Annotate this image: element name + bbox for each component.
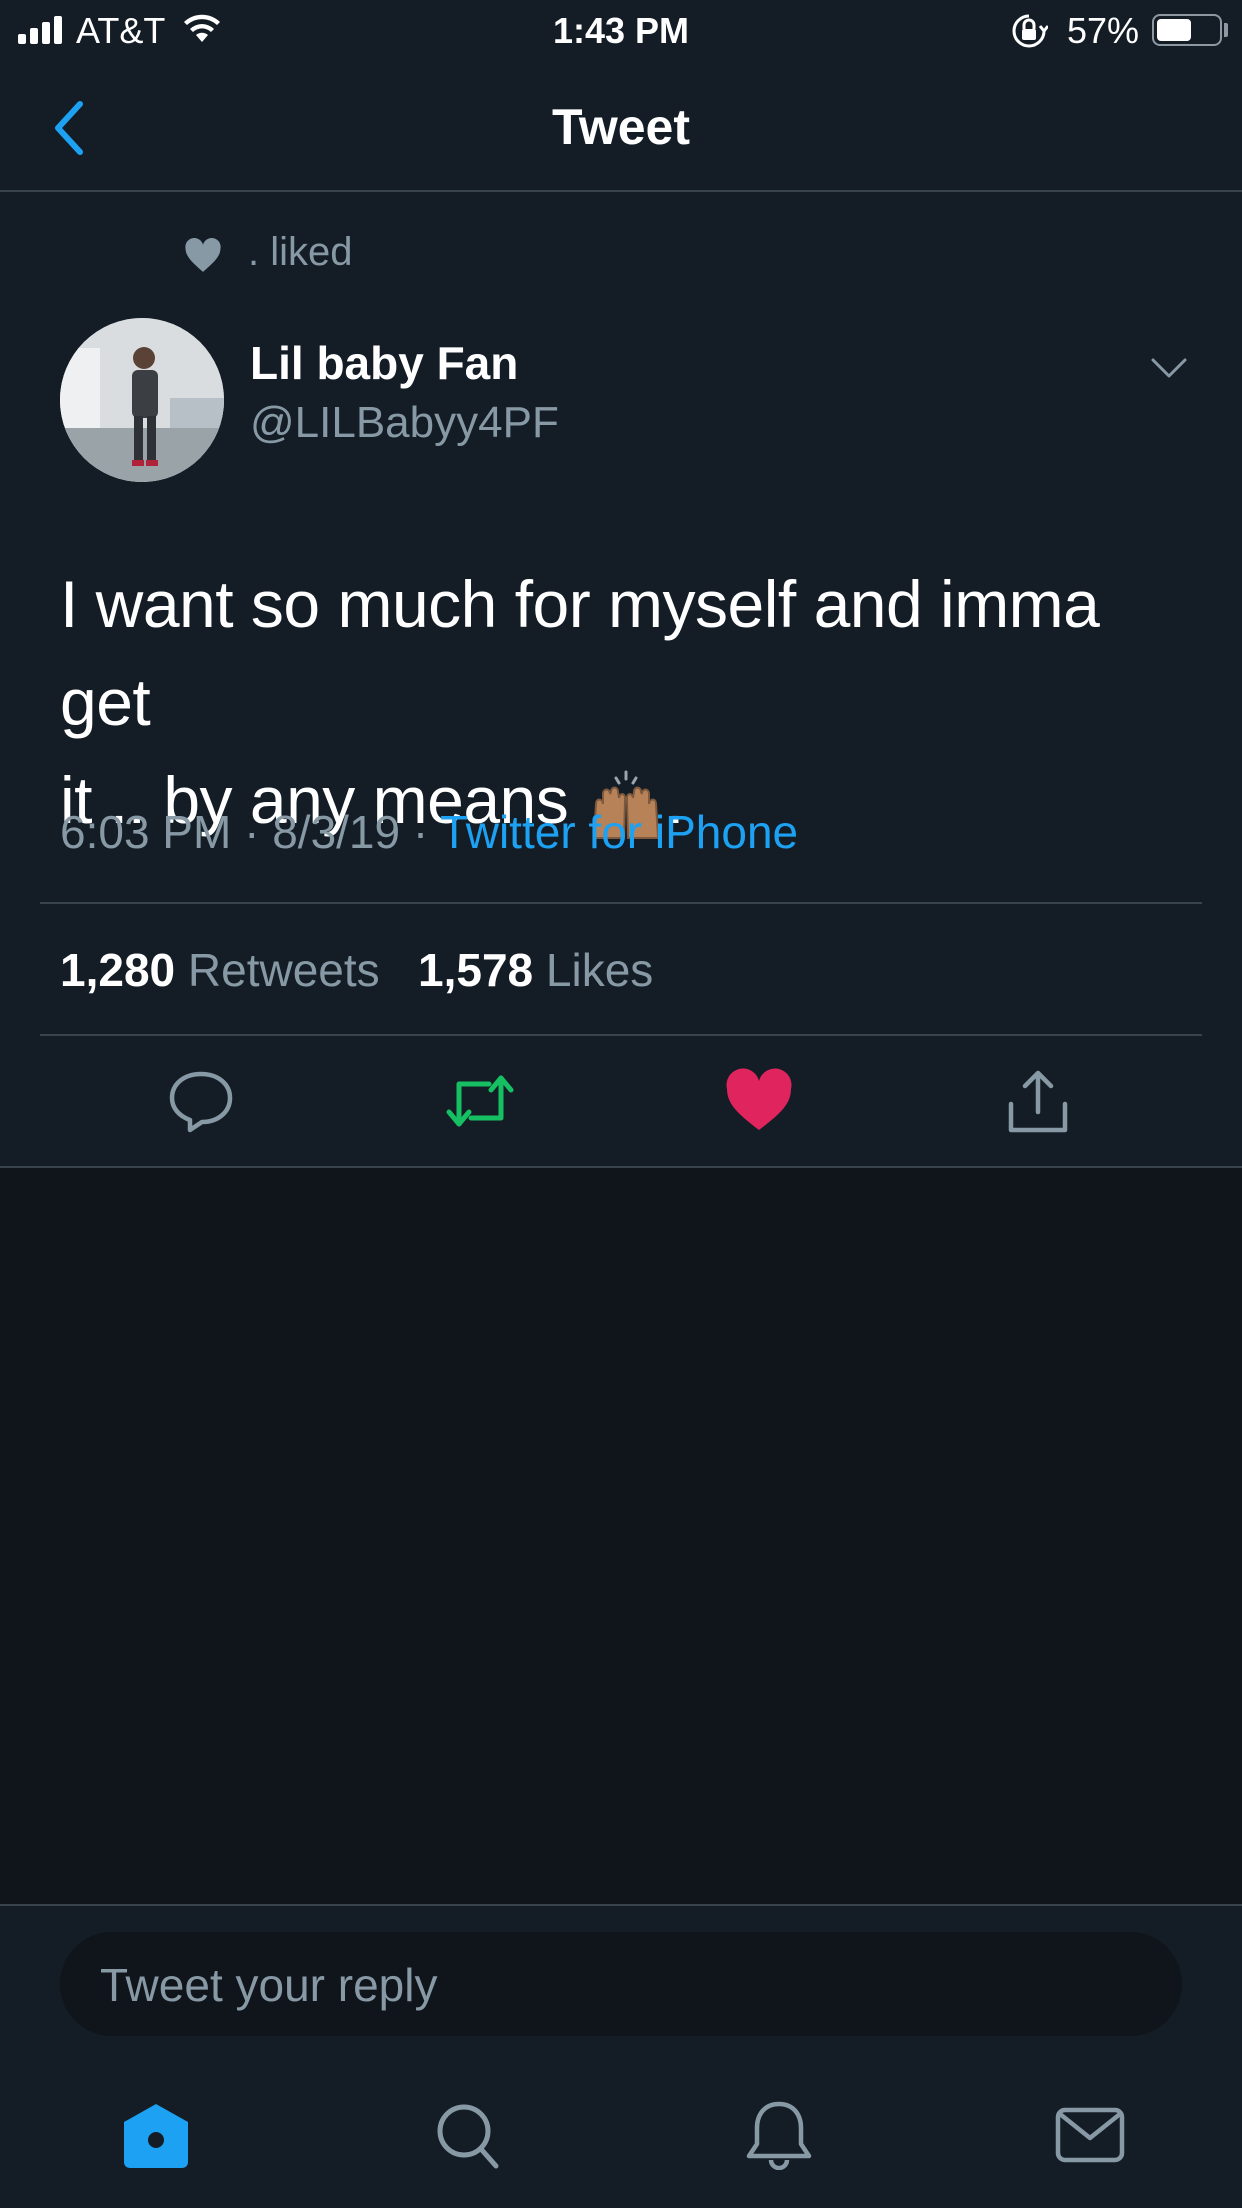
- orientation-lock-icon: [1012, 14, 1048, 48]
- reply-box[interactable]: [60, 1932, 1182, 2038]
- retweets-count: 1,280: [60, 944, 176, 996]
- heart-small-icon: [185, 238, 221, 272]
- battery-level: [1157, 19, 1191, 41]
- tweet-meta: 6:03 PM · 8/3/19 · Twitter for iPhone: [60, 805, 798, 859]
- status-time: 1:43 PM: [552, 10, 690, 51]
- replies-empty-area: [0, 1168, 1242, 1904]
- share-icon[interactable]: [1003, 1068, 1073, 1134]
- meta-separator: ·: [244, 806, 260, 858]
- home-icon[interactable]: [116, 2100, 196, 2170]
- avatar[interactable]: [60, 318, 224, 482]
- likes-count: 1,578: [418, 944, 534, 996]
- retweets-label: Retweets: [187, 944, 380, 996]
- retweet-icon[interactable]: [445, 1068, 515, 1134]
- social-context-label: . liked: [248, 230, 353, 274]
- tweet-text-line1: I want so much for myself and imma get: [60, 567, 1100, 739]
- chevron-down-icon[interactable]: [1150, 356, 1188, 380]
- status-bar: AT&T 1:43 PM 57%: [0, 0, 1242, 60]
- notifications-icon[interactable]: [739, 2100, 819, 2170]
- messages-icon[interactable]: [1050, 2100, 1130, 2170]
- meta-separator: ·: [412, 806, 429, 858]
- tweet-stats: 1,280 Retweets 1,578 Likes: [60, 943, 653, 997]
- author-handle[interactable]: @LILBabyy4PF: [250, 398, 559, 448]
- like-icon[interactable]: [724, 1068, 794, 1134]
- divider: [40, 902, 1202, 904]
- author-name[interactable]: Lil baby Fan: [250, 336, 518, 390]
- search-icon[interactable]: [428, 2100, 508, 2170]
- reply-icon[interactable]: [166, 1068, 236, 1134]
- battery-icon: [1152, 14, 1222, 46]
- likes-label: Likes: [545, 944, 654, 996]
- tweet-time: 6:03 PM: [60, 806, 232, 858]
- tweet-date: 8/3/19: [272, 806, 401, 858]
- tweet-source-link[interactable]: Twitter for iPhone: [440, 806, 798, 858]
- reply-input[interactable]: [98, 1932, 1142, 2038]
- avatar-image: [60, 318, 224, 482]
- nav-bar: Tweet: [0, 60, 1242, 192]
- retweets-stat[interactable]: 1,280 Retweets: [60, 944, 380, 996]
- battery-percent: 57%: [1067, 10, 1140, 51]
- battery-nub: [1224, 23, 1228, 37]
- page-title: Tweet: [552, 99, 690, 155]
- likes-stat[interactable]: 1,578 Likes: [418, 944, 653, 996]
- divider: [40, 1034, 1202, 1036]
